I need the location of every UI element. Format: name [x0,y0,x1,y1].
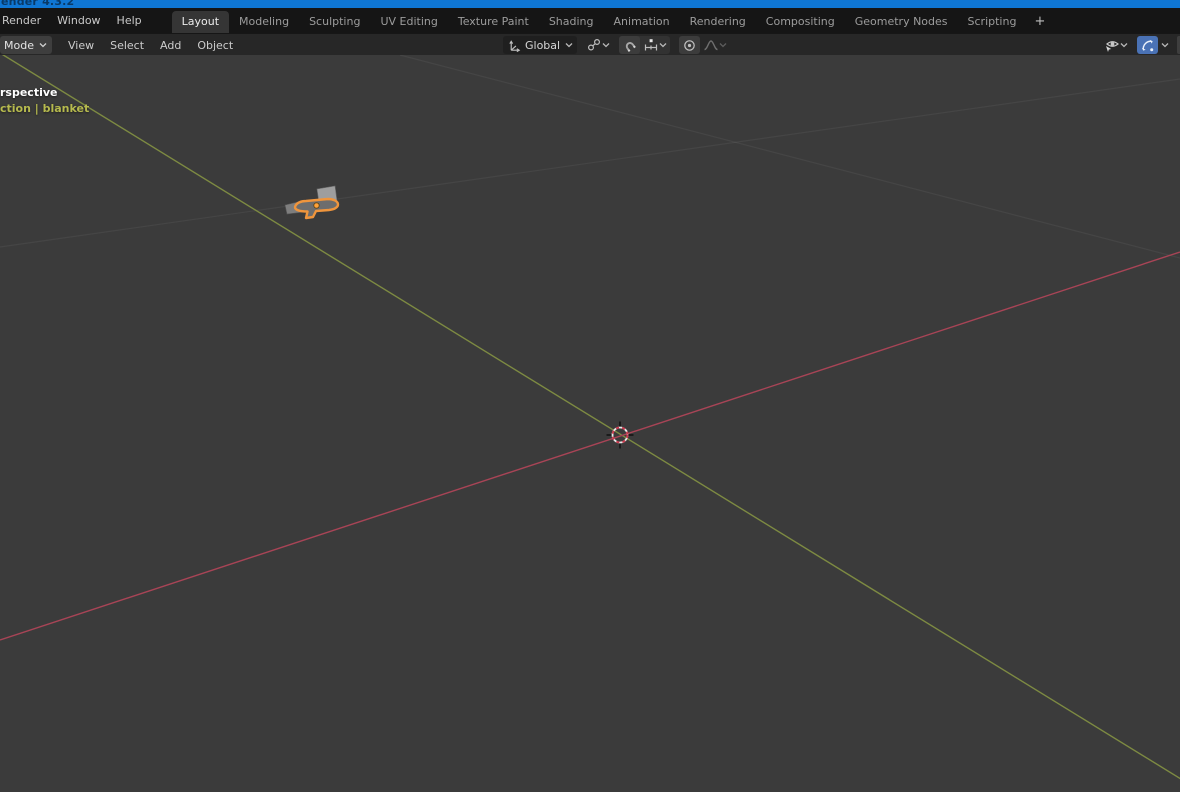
topbar: Render Window Help Layout Modeling Sculp… [0,8,1180,33]
workspace-tabs: Layout Modeling Sculpting UV Editing Tex… [171,8,1054,33]
tab-texture-paint[interactable]: Texture Paint [448,11,539,33]
pivot-point-icon [588,38,601,51]
tab-sculpting[interactable]: Sculpting [299,11,370,33]
tab-scripting[interactable]: Scripting [958,11,1027,33]
show-gizmos-toggle[interactable] [1137,36,1158,54]
snap-magnet-icon [625,41,636,52]
chevron-down-icon [565,43,573,48]
menu-add[interactable]: Add [152,39,189,52]
snap-group [619,36,671,54]
3d-cursor [606,421,634,449]
proportional-editing-toggle[interactable] [679,36,701,54]
viewport-scene [0,55,1180,780]
active-object-breadcrumb: ction | blanket [0,102,90,115]
window-title: ender 4.3.2 [1,0,75,8]
snap-toggle[interactable] [619,36,641,54]
mode-dropdown[interactable]: Mode [0,36,52,54]
mode-dropdown-label: Mode [4,38,34,52]
chevron-down-icon [39,43,47,48]
object-type-visibility-dropdown[interactable] [1100,36,1131,54]
viewport-header: Mode View Select Add Object Global [0,33,1180,55]
chevron-down-icon [659,43,667,48]
tab-modeling[interactable]: Modeling [229,11,299,33]
tab-layout[interactable]: Layout [171,11,230,33]
menu-window[interactable]: Window [49,8,108,33]
tab-animation[interactable]: Animation [604,11,680,33]
viewport[interactable]: rspective ction | blanket [0,55,1180,792]
add-workspace-button[interactable]: + [1026,11,1053,33]
chevron-down-icon [719,43,727,48]
selected-object[interactable] [284,185,340,220]
pivot-point-dropdown[interactable] [586,36,610,54]
tab-shading[interactable]: Shading [539,11,604,33]
menu-help[interactable]: Help [109,8,150,33]
object-type-visibility-eye-icon [1106,40,1119,52]
menu-view[interactable]: View [60,39,102,52]
menu-select[interactable]: Select [102,39,152,52]
chevron-down-icon [1161,43,1169,48]
proportional-falloff-icon [704,40,718,51]
gizmos-dropdown[interactable] [1158,36,1172,54]
show-gizmos-icon [1141,39,1154,51]
tab-geometry-nodes[interactable]: Geometry Nodes [845,11,958,33]
chevron-down-icon [602,43,610,48]
transform-orientation-dropdown[interactable]: Global [503,36,578,54]
y-axis-line [1,55,1180,780]
window-titlebar[interactable]: ender 4.3.2 [0,0,1180,8]
object-origin-dot [313,202,320,209]
x-axis-line [0,251,1180,641]
tab-rendering[interactable]: Rendering [680,11,756,33]
app-menus: Render Window Help [0,8,150,33]
grid-line [399,55,1180,259]
menu-object[interactable]: Object [189,39,241,52]
view-name-overlay: rspective [0,86,58,99]
transform-orientation-icon [509,39,521,52]
chevron-down-icon [1120,43,1128,48]
proportional-editing-icon [684,39,695,51]
proportional-falloff-dropdown[interactable] [700,36,730,54]
tab-compositing[interactable]: Compositing [756,11,845,33]
snap-target-dropdown[interactable] [640,36,670,54]
tab-uv-editing[interactable]: UV Editing [370,11,447,33]
snap-increment-icon [644,39,658,51]
menu-render[interactable]: Render [0,8,49,33]
orientation-value: Global [525,38,561,52]
